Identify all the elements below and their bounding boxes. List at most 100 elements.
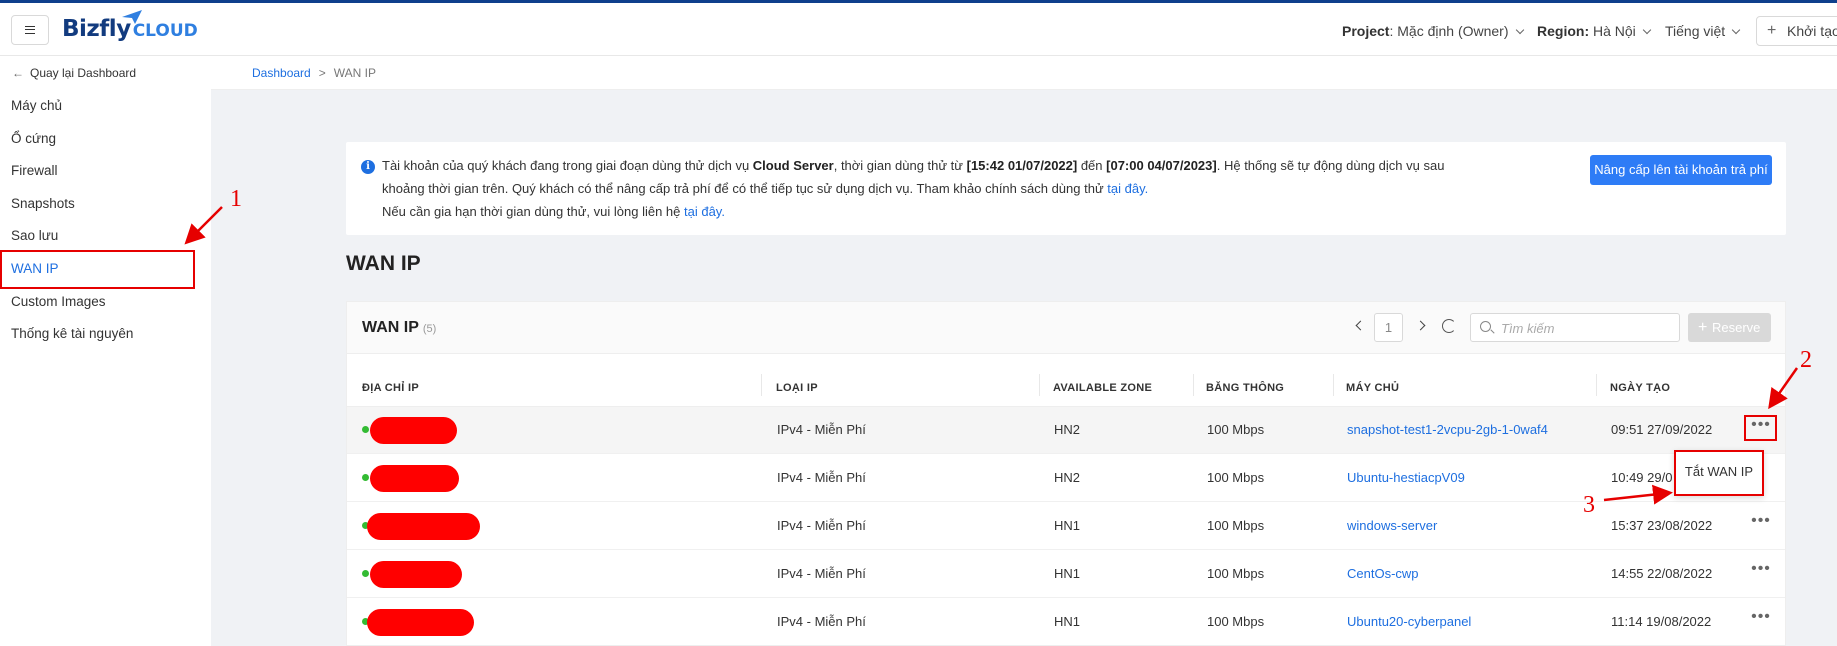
created-date: 09:51 27/09/2022: [1611, 422, 1713, 437]
sidebar-item-snapshots[interactable]: Snapshots: [11, 196, 75, 211]
server-link[interactable]: windows-server: [1347, 518, 1437, 533]
breadcrumb-separator: >: [318, 66, 326, 80]
bandwidth: 100 Mbps: [1207, 614, 1265, 629]
sidebar-item-servers[interactable]: Máy chủ: [11, 98, 62, 113]
server-link[interactable]: snapshot-test1-2vcpu-2gb-1-0waf4: [1347, 422, 1548, 437]
sidebar-item-resource-stats[interactable]: Thống kê tài nguyên: [11, 326, 133, 341]
column-divider: [1039, 374, 1040, 396]
menu-toggle-button[interactable]: [11, 15, 49, 45]
trial-notice: i Tài khoản của quý khách đang trong gia…: [346, 142, 1786, 235]
chevron-down-icon: [1731, 25, 1741, 35]
notice-text: khoảng thời gian trên. Quý khách có thể …: [382, 181, 1108, 196]
reserve-button[interactable]: + Reserve: [1688, 313, 1771, 342]
breadcrumb-dashboard-link[interactable]: Dashboard: [252, 66, 311, 80]
redacted-ip: [370, 465, 459, 492]
notice-line-2: khoảng thời gian trên. Quý khách có thể …: [382, 181, 1148, 196]
column-header-bandwidth: BĂNG THÔNG: [1206, 382, 1285, 394]
sidebar-item-firewall[interactable]: Firewall: [11, 163, 58, 178]
chevron-left-icon[interactable]: [1355, 320, 1366, 331]
region-label: Region:: [1537, 23, 1590, 39]
column-header-type: LOẠI IP: [776, 382, 818, 394]
notice-text: đến: [1077, 158, 1107, 173]
create-label: Khởi tạo: [1787, 23, 1837, 39]
table-row[interactable]: IPv4 - Miễn Phí HN1 100 Mbps windows-ser…: [347, 503, 1785, 550]
table-row[interactable]: IPv4 - Miễn Phí HN2 100 Mbps snapshot-te…: [347, 407, 1785, 454]
column-header-server: MÁY CHỦ: [1346, 382, 1400, 394]
logo-subtext: CLOUD: [132, 21, 198, 41]
notice-service: Cloud Server: [752, 158, 834, 173]
disable-wan-ip-menu-item[interactable]: Tắt WAN IP: [1674, 450, 1764, 496]
breadcrumb: Dashboard > WAN IP: [252, 66, 376, 80]
annotation-box-wan-ip: [0, 250, 195, 289]
annotation-box-more: [1744, 415, 1777, 441]
breadcrumb-current: WAN IP: [333, 66, 376, 80]
table-row[interactable]: IPv4 - Miễn Phí HN1 100 Mbps Ubuntu20-cy…: [347, 599, 1785, 646]
reserve-label: Reserve: [1712, 320, 1761, 335]
redacted-ip: [367, 513, 480, 540]
paper-plane-icon: [122, 10, 142, 24]
sidebar-item-disks[interactable]: Ổ cứng: [11, 131, 56, 146]
language-value: Tiếng việt: [1665, 23, 1726, 39]
more-icon[interactable]: •••: [1750, 561, 1772, 582]
chevron-right-icon[interactable]: [1415, 320, 1426, 331]
table-row[interactable]: IPv4 - Miễn Phí HN1 100 Mbps CentOs-cwp …: [347, 551, 1785, 598]
hamburger-icon: [25, 26, 35, 34]
region-selector[interactable]: Region: Hà Nội: [1537, 23, 1652, 39]
notice-end-time: [07:00 04/07/2023]: [1106, 158, 1217, 173]
bandwidth: 100 Mbps: [1207, 422, 1265, 437]
more-icon[interactable]: •••: [1750, 609, 1772, 630]
card-header: WAN IP(5) 1 + Reserve: [347, 302, 1785, 354]
annotation-number-2: 2: [1800, 347, 1812, 373]
trial-policy-link[interactable]: tại đây.: [1107, 181, 1148, 196]
redacted-ip: [370, 417, 457, 444]
create-button[interactable]: + Khởi tạo: [1756, 16, 1837, 46]
search-input[interactable]: [1501, 318, 1671, 338]
chevron-down-icon: [1515, 25, 1524, 35]
logo[interactable]: Bizfly CLOUD: [62, 10, 198, 46]
search-box[interactable]: [1470, 313, 1680, 342]
item-count: (5): [422, 323, 437, 335]
back-to-dashboard-link[interactable]: ← Quay lại Dashboard: [12, 66, 136, 80]
redacted-ip: [367, 609, 474, 636]
column-divider: [1596, 374, 1597, 396]
project-value: : Mặc định (Owner): [1389, 23, 1509, 39]
zone: HN1: [1054, 518, 1081, 533]
server-link[interactable]: Ubuntu-hestiacpV09: [1347, 470, 1465, 485]
created-date: 11:14 19/08/2022: [1611, 614, 1712, 629]
search-icon: [1480, 321, 1491, 332]
column-header-created: NGÀY TẠO: [1610, 382, 1671, 394]
contact-link[interactable]: tại đây.: [684, 204, 725, 219]
region-value: Hà Nội: [1593, 23, 1636, 39]
status-dot: [362, 474, 369, 481]
back-label: Quay lại Dashboard: [30, 66, 137, 80]
language-selector[interactable]: Tiếng việt: [1665, 23, 1741, 39]
breadcrumb-bar: Dashboard > WAN IP: [211, 56, 1837, 90]
chevron-down-icon: [1642, 25, 1652, 35]
info-icon: i: [361, 160, 375, 174]
server-link[interactable]: CentOs-cwp: [1347, 566, 1419, 581]
page-title: WAN IP: [346, 252, 421, 275]
sidebar-item-backup[interactable]: Sao lưu: [11, 228, 58, 243]
card-title-text: WAN IP: [362, 319, 419, 336]
annotation-number-3: 3: [1583, 492, 1595, 518]
status-dot: [362, 570, 369, 577]
column-divider: [1193, 374, 1194, 396]
project-selector[interactable]: Project: Mặc định (Owner): [1342, 23, 1524, 39]
refresh-icon[interactable]: [1442, 319, 1456, 333]
page-number[interactable]: 1: [1374, 313, 1403, 342]
more-icon[interactable]: •••: [1750, 513, 1772, 534]
bandwidth: 100 Mbps: [1207, 518, 1265, 533]
column-divider: [1333, 374, 1334, 396]
redacted-ip: [370, 561, 462, 588]
logo-text: Bizfly: [62, 16, 131, 42]
ip-type: IPv4 - Miễn Phí: [777, 614, 866, 629]
notice-start-time: [15:42 01/07/2022]: [966, 158, 1078, 173]
server-link[interactable]: Ubuntu20-cyberpanel: [1347, 614, 1471, 629]
notice-text: . Hệ thống sẽ tự động dùng dịch vụ sau: [1216, 158, 1445, 173]
ip-type: IPv4 - Miễn Phí: [777, 422, 866, 437]
upgrade-account-button[interactable]: Nâng cấp lên tài khoản trả phí: [1590, 155, 1772, 185]
notice-text: Tài khoản của quý khách đang trong giai …: [382, 158, 753, 173]
sidebar-item-custom-images[interactable]: Custom Images: [11, 294, 106, 309]
table-row[interactable]: IPv4 - Miễn Phí HN2 100 Mbps Ubuntu-hest…: [347, 455, 1785, 502]
zone: HN1: [1054, 614, 1081, 629]
